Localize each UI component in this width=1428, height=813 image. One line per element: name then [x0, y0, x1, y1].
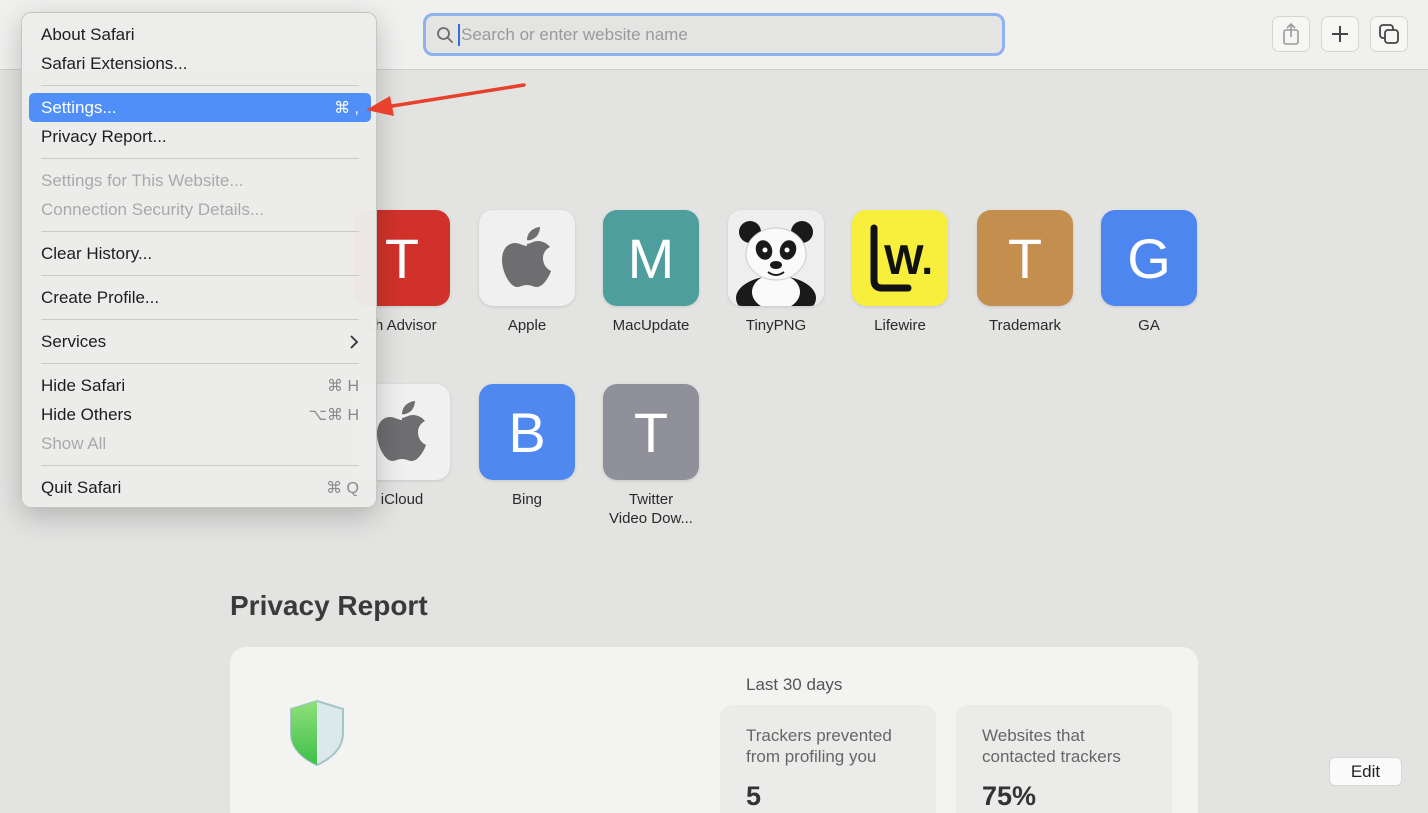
privacy-period: Last 30 days [746, 675, 843, 694]
favorite-tile [479, 210, 575, 306]
address-bar[interactable] [423, 13, 1005, 56]
favorite-item[interactable]: TinyPNG [716, 210, 836, 335]
menu-item-shortcut: ⌘ H [327, 377, 359, 395]
menu-item-label: Safari Extensions... [41, 53, 188, 73]
annotation-arrow-icon [366, 83, 526, 116]
menu-item-shortcut: ⌘ , [334, 99, 359, 117]
favorite-tile [728, 210, 824, 306]
favorite-item[interactable]: Apple [467, 210, 587, 335]
stat-value: 5 [746, 781, 762, 811]
plus-icon [1332, 26, 1348, 42]
menu-item-settings[interactable]: Settings... ⌘ , [29, 93, 371, 122]
favorite-item[interactable]: T Trademark [965, 210, 1085, 335]
menu-separator [41, 85, 359, 86]
menu-item-label: Hide Safari [41, 375, 126, 395]
panda-icon [728, 210, 824, 306]
chevron-right-icon [350, 334, 359, 349]
menu-separator [41, 275, 359, 276]
favorite-tile: G [1101, 210, 1197, 306]
favorite-label: Twitter Video Dow... [591, 490, 711, 528]
share-button[interactable] [1272, 16, 1310, 52]
menu-item-quit[interactable]: Quit Safari ⌘ Q [29, 473, 371, 502]
text-caret [458, 23, 460, 46]
edit-button[interactable]: Edit [1329, 757, 1402, 786]
safari-menu: About Safari Safari Extensions... Settin… [21, 12, 377, 508]
apple-logo-icon [377, 401, 426, 461]
menu-separator [41, 465, 359, 466]
lifewire-logo-icon: W. [870, 224, 933, 292]
privacy-report-card[interactable]: Last 30 days Trackers prevented from pro… [230, 647, 1198, 813]
favorite-label: Trademark [989, 317, 1061, 334]
favorite-item[interactable]: G GA [1089, 210, 1209, 335]
menu-separator [41, 231, 359, 232]
favorite-tile: M [603, 210, 699, 306]
menu-item-label: Settings... [41, 97, 117, 117]
menu-item-label: Show All [41, 433, 107, 453]
search-icon [437, 26, 453, 43]
favorite-label: Apple [507, 317, 547, 334]
search-input[interactable] [461, 24, 981, 45]
favorite-tile: T [603, 384, 699, 480]
favorite-label: Lifewire [874, 317, 926, 334]
websites-contacted-stat: Websites that contacted trackers 75% [956, 705, 1172, 813]
new-tab-button[interactable] [1321, 16, 1359, 52]
apple-logo-icon [502, 227, 551, 287]
menu-item-label: Settings for This Website... [41, 170, 244, 190]
menu-item-shortcut: ⌥⌘ H [308, 406, 359, 424]
menu-item-services[interactable]: Services [29, 327, 371, 356]
favorite-label: Bing [511, 491, 543, 508]
menu-item-show-all: Show All [29, 429, 371, 458]
favorite-item[interactable]: W. Lifewire [840, 210, 960, 335]
stat-label: Websites that contacted trackers [982, 725, 1146, 767]
menu-item-hide-safari[interactable]: Hide Safari ⌘ H [29, 371, 371, 400]
menu-item-label: Hide Others [41, 404, 132, 424]
tab-overview-button[interactable] [1370, 16, 1408, 52]
menu-item-label: Privacy Report... [41, 126, 167, 146]
favorite-label: GA [1138, 317, 1160, 334]
favorite-item[interactable]: M MacUpdate [591, 210, 711, 335]
menu-separator [41, 158, 359, 159]
favorite-label-line2: Video Dow... [609, 510, 693, 527]
stat-label: Trackers prevented from profiling you [746, 725, 910, 767]
menu-item-about[interactable]: About Safari [29, 20, 371, 49]
menu-item-label: Clear History... [41, 243, 153, 263]
share-icon [1283, 22, 1299, 45]
menu-item-label: Quit Safari [41, 477, 122, 497]
menu-item-shortcut: ⌘ Q [326, 479, 359, 497]
menu-separator [41, 319, 359, 320]
menu-item-settings-website: Settings for This Website... [29, 166, 371, 195]
menu-item-hide-others[interactable]: Hide Others ⌥⌘ H [29, 400, 371, 429]
favorite-label: TinyPNG [745, 317, 807, 334]
menu-item-label: Create Profile... [41, 287, 160, 307]
menu-item-label: About Safari [41, 24, 135, 44]
menu-item-create-profile[interactable]: Create Profile... [29, 283, 371, 312]
stat-label-line2: contacted trackers [982, 747, 1121, 766]
favorite-label-line1: Twitter [628, 491, 674, 508]
tab-overview-icon [1379, 24, 1399, 44]
favorite-item[interactable]: B Bing [467, 384, 587, 509]
menu-item-extensions[interactable]: Safari Extensions... [29, 49, 371, 78]
menu-item-clear-history[interactable]: Clear History... [29, 239, 371, 268]
menu-separator [41, 363, 359, 364]
stat-label-line1: Websites that [982, 726, 1085, 745]
stat-value: 75% [982, 781, 1037, 811]
menu-item-label: Services [41, 331, 107, 351]
svg-text:W.: W. [884, 236, 933, 283]
stat-label-line2: from profiling you [746, 747, 877, 766]
favorite-tile: W. [852, 210, 948, 306]
menu-item-label: Connection Security Details... [41, 199, 264, 219]
privacy-report-title: Privacy Report [230, 590, 428, 621]
stat-label-line1: Trackers prevented [746, 726, 892, 745]
favorite-item[interactable]: T Twitter Video Dow... [591, 384, 711, 528]
menu-item-privacy-report[interactable]: Privacy Report... [29, 122, 371, 151]
menu-item-connection-security: Connection Security Details... [29, 195, 371, 224]
favorite-tile: T [977, 210, 1073, 306]
favorite-tile: B [479, 384, 575, 480]
favorite-label: MacUpdate [612, 317, 690, 334]
trackers-prevented-stat: Trackers prevented from profiling you 5 [720, 705, 936, 813]
shield-icon [290, 699, 344, 767]
